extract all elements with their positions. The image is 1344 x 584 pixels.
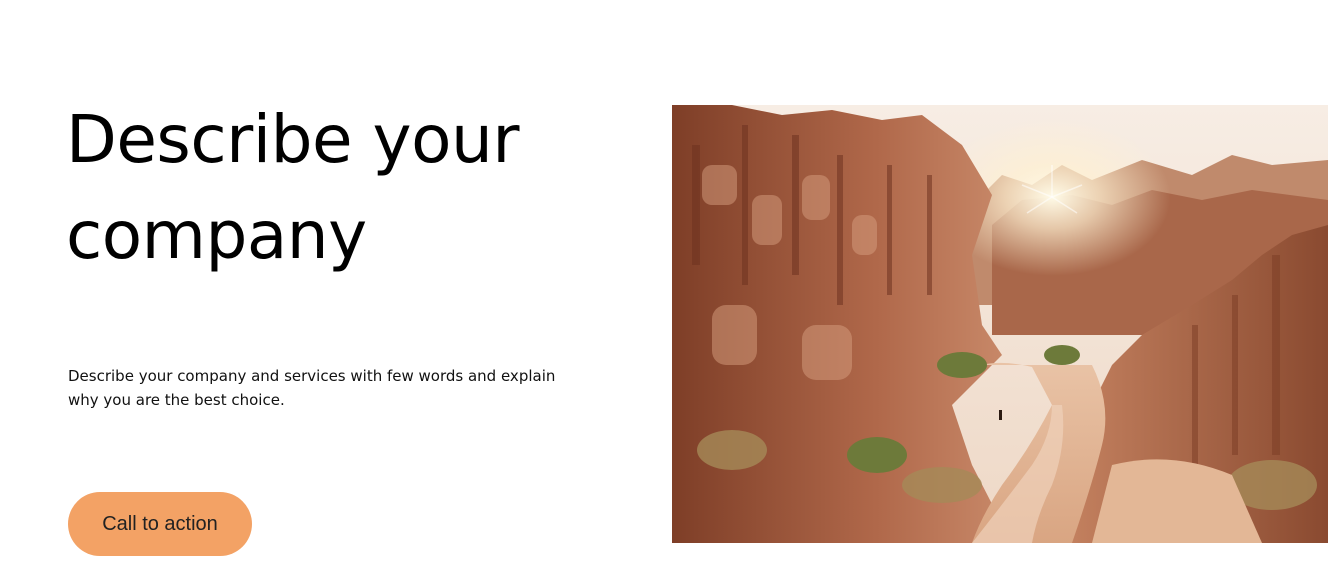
hero-title: Describe your company (66, 92, 626, 284)
call-to-action-button[interactable]: Call to action (68, 492, 252, 556)
hero-description: Describe your company and services with … (68, 367, 556, 409)
hero-title-line-1: Describe your (66, 101, 519, 178)
hero-title-line-2: company (66, 197, 367, 274)
hero-image-desert-canyon (672, 105, 1328, 543)
